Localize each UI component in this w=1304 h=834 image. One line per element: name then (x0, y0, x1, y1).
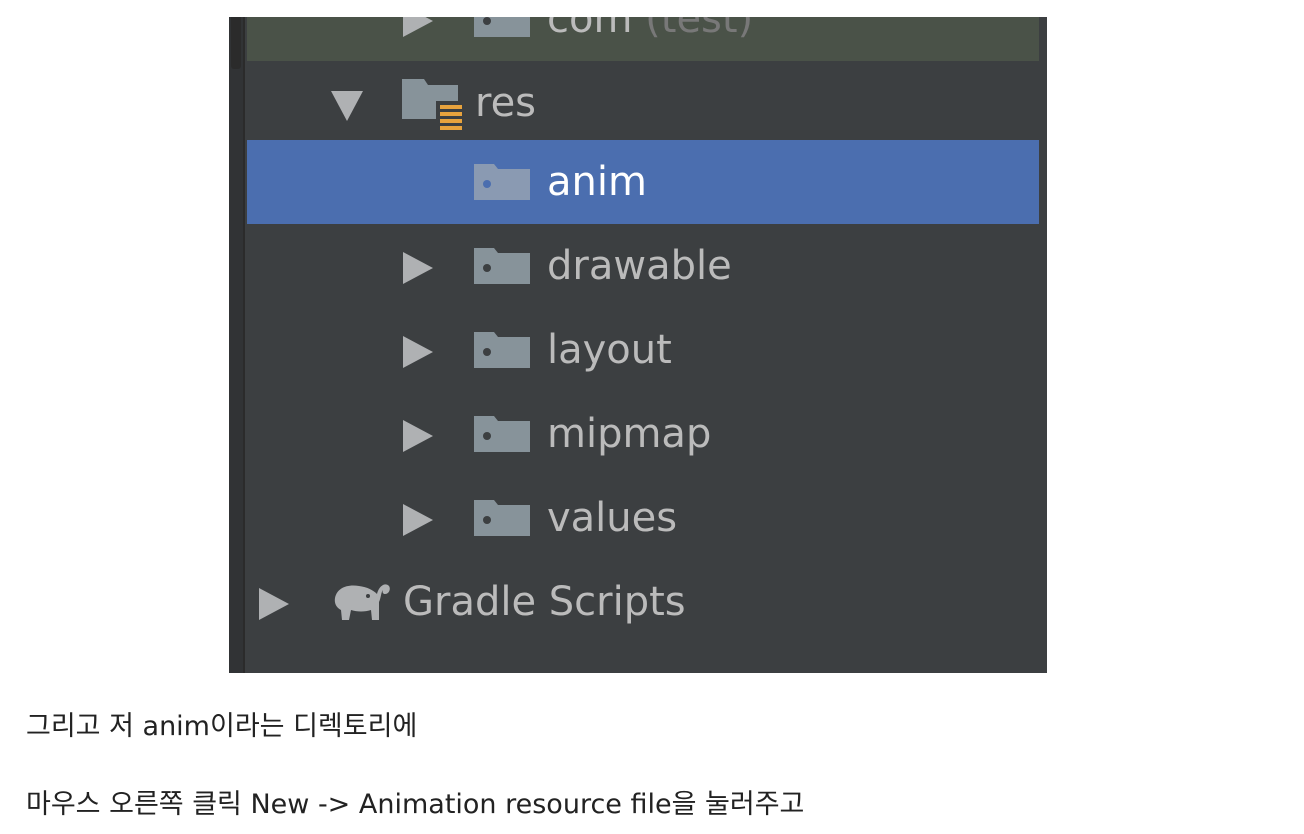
tree-row-drawable[interactable]: drawable (247, 224, 1039, 308)
expand-arrow-icon[interactable] (403, 336, 433, 368)
expand-arrow-icon[interactable] (403, 17, 433, 37)
caption-line-1: 그리고 저 anim이라는 디렉토리에 (26, 711, 418, 742)
tree-row-com-test[interactable]: com (test) (247, 17, 1039, 61)
tree-row-values[interactable]: values (247, 476, 1039, 560)
folder-icon (474, 248, 530, 284)
tree-row-label: res (475, 80, 537, 126)
expand-arrow-icon[interactable] (403, 420, 433, 452)
folder-icon (474, 17, 530, 37)
tree-row-gradle-scripts[interactable]: Gradle Scripts (247, 560, 1039, 644)
folder-icon (474, 332, 530, 368)
expand-arrow-icon[interactable] (403, 252, 433, 284)
tree-row-label: values (547, 495, 678, 541)
resource-folder-icon (402, 79, 466, 133)
gutter (229, 17, 244, 673)
screenshot-panel: com (test) res anim drawable layout mipm… (229, 17, 1047, 673)
expand-arrow-icon[interactable] (403, 504, 433, 536)
tree-row-res[interactable]: res (247, 61, 1039, 145)
tree-row-label: anim (547, 159, 647, 205)
expand-arrow-icon[interactable] (259, 588, 289, 620)
tree-row-sublabel: (test) (645, 17, 754, 42)
folder-icon (474, 164, 530, 200)
collapse-arrow-icon[interactable] (331, 91, 363, 121)
folder-icon (474, 500, 530, 536)
tree-row-label: layout (547, 327, 672, 373)
tree-row-mipmap[interactable]: mipmap (247, 392, 1039, 476)
tree-row-layout[interactable]: layout (247, 308, 1039, 392)
folder-icon (474, 416, 530, 452)
tree-row-anim[interactable]: anim (247, 140, 1039, 224)
tree-row-label: Gradle Scripts (403, 579, 686, 625)
scrollbar-thumb[interactable] (231, 17, 241, 69)
gutter-divider (243, 17, 245, 673)
gradle-elephant-icon (334, 584, 390, 620)
caption-line-2: 마우스 오른쪽 클릭 New -> Animation resource fil… (26, 789, 805, 820)
tree-row-label: com (547, 17, 633, 42)
tree-row-label: mipmap (547, 411, 712, 457)
tree-row-label: drawable (547, 243, 732, 289)
